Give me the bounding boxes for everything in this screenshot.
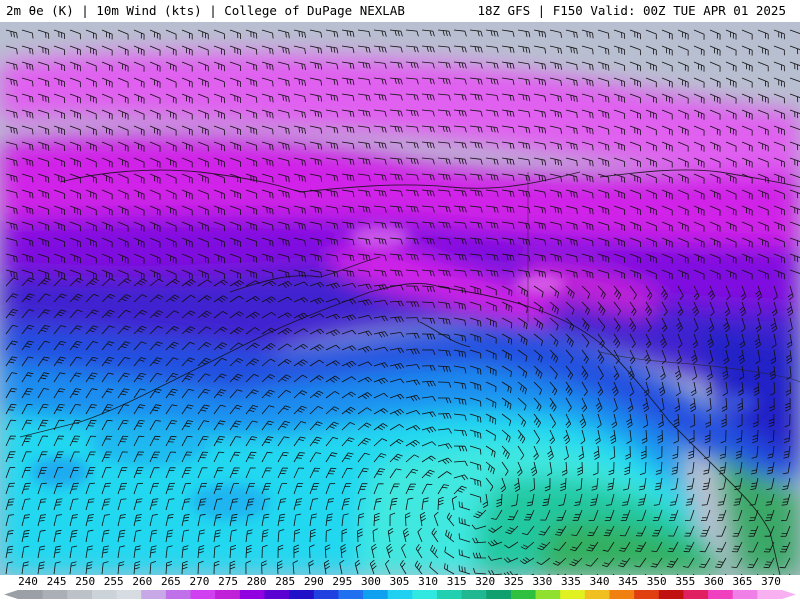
colorbar-segment xyxy=(658,590,684,599)
colorbar-tick-label: 285 xyxy=(275,575,296,588)
colorbar-tick-label: 320 xyxy=(475,575,496,588)
colorbar-segment xyxy=(141,590,167,599)
map-title: 2m θe (K) | 10m Wind (kts) | College of … xyxy=(6,3,405,18)
colorbar-segment xyxy=(363,590,389,599)
colorbar-segment xyxy=(535,590,561,599)
colorbar-segment xyxy=(560,590,586,599)
colorbar-tick-label: 310 xyxy=(418,575,438,588)
colorbar-tick-label: 305 xyxy=(389,575,410,588)
colorbar-tick-label: 245 xyxy=(46,575,67,588)
theta-e-fill xyxy=(0,22,800,575)
colorbar-tick-label: 270 xyxy=(189,575,210,588)
colorbar-labels: 240 245 250 255 260 265 270 275 280 285 290 295 300 3… xyxy=(0,575,800,589)
colorbar-segment xyxy=(67,590,93,599)
colorbar-segment xyxy=(387,590,413,599)
colorbar-tick-label: 250 xyxy=(75,575,96,588)
colorbar-max-arrow xyxy=(782,590,796,599)
colorbar-segment xyxy=(510,590,537,599)
colorbar-segment xyxy=(91,590,118,599)
colorbar-segment xyxy=(732,590,758,599)
colorbar-segment xyxy=(18,590,44,599)
colorbar-segment xyxy=(338,590,364,599)
weather-map xyxy=(0,22,800,575)
colorbar-segment xyxy=(584,590,610,599)
colorbar-tick-label: 335 xyxy=(561,575,581,588)
model-valid-time: 18Z GFS | F150 Valid: 00Z TUE APR 01 202… xyxy=(477,3,786,18)
colorbar-segment xyxy=(190,590,216,599)
colorbar-tick-label: 260 xyxy=(132,575,153,588)
colorbar-segment xyxy=(683,590,709,599)
colorbar-tick-label: 345 xyxy=(618,575,639,588)
colorbar-tick-label: 275 xyxy=(218,575,238,588)
colorbar-segment xyxy=(289,590,315,599)
colorbar-segment xyxy=(313,590,339,599)
colorbar-segment xyxy=(412,590,438,599)
colorbar-segment xyxy=(634,590,660,599)
colorbar-segment xyxy=(609,590,635,599)
colorbar-segment xyxy=(239,590,265,599)
colorbar-segment xyxy=(42,590,68,599)
colorbar-tick-label: 325 xyxy=(503,575,524,588)
colorbar-segment xyxy=(264,590,290,599)
colorbar-tick-label: 370 xyxy=(761,575,781,588)
colorbar xyxy=(0,589,800,600)
colorbar-segment xyxy=(486,590,512,599)
map-header: 2m θe (K) | 10m Wind (kts) | College of … xyxy=(0,0,800,22)
colorbar-segment xyxy=(116,590,142,599)
colorbar-tick-label: 240 xyxy=(18,575,38,588)
colorbar-tick-label: 265 xyxy=(160,575,181,588)
colorbar-tick-label: 330 xyxy=(532,575,553,588)
colorbar-segment xyxy=(436,590,463,599)
colorbar-tick-label: 350 xyxy=(646,575,667,588)
colorbar-tick-label: 365 xyxy=(732,575,753,588)
colorbar-segment xyxy=(165,590,192,599)
colorbar-tick-label: 355 xyxy=(675,575,696,588)
colorbar-segment xyxy=(708,590,734,599)
colorbar-segment xyxy=(757,590,783,599)
colorbar-tick-label: 280 xyxy=(246,575,267,588)
colorbar-tick-label: 290 xyxy=(303,575,324,588)
colorbar-tick-label: 315 xyxy=(446,575,467,588)
colorbar-tick-label: 255 xyxy=(103,575,124,588)
colorbar-tick-label: 360 xyxy=(703,575,724,588)
colorbar-tick-label: 340 xyxy=(589,575,610,588)
colorbar-tick-label: 295 xyxy=(332,575,353,588)
colorbar-tick-label: 300 xyxy=(360,575,381,588)
colorbar-min-arrow xyxy=(4,590,18,599)
colorbar-segment xyxy=(215,590,241,599)
colorbar-segment xyxy=(461,590,487,599)
